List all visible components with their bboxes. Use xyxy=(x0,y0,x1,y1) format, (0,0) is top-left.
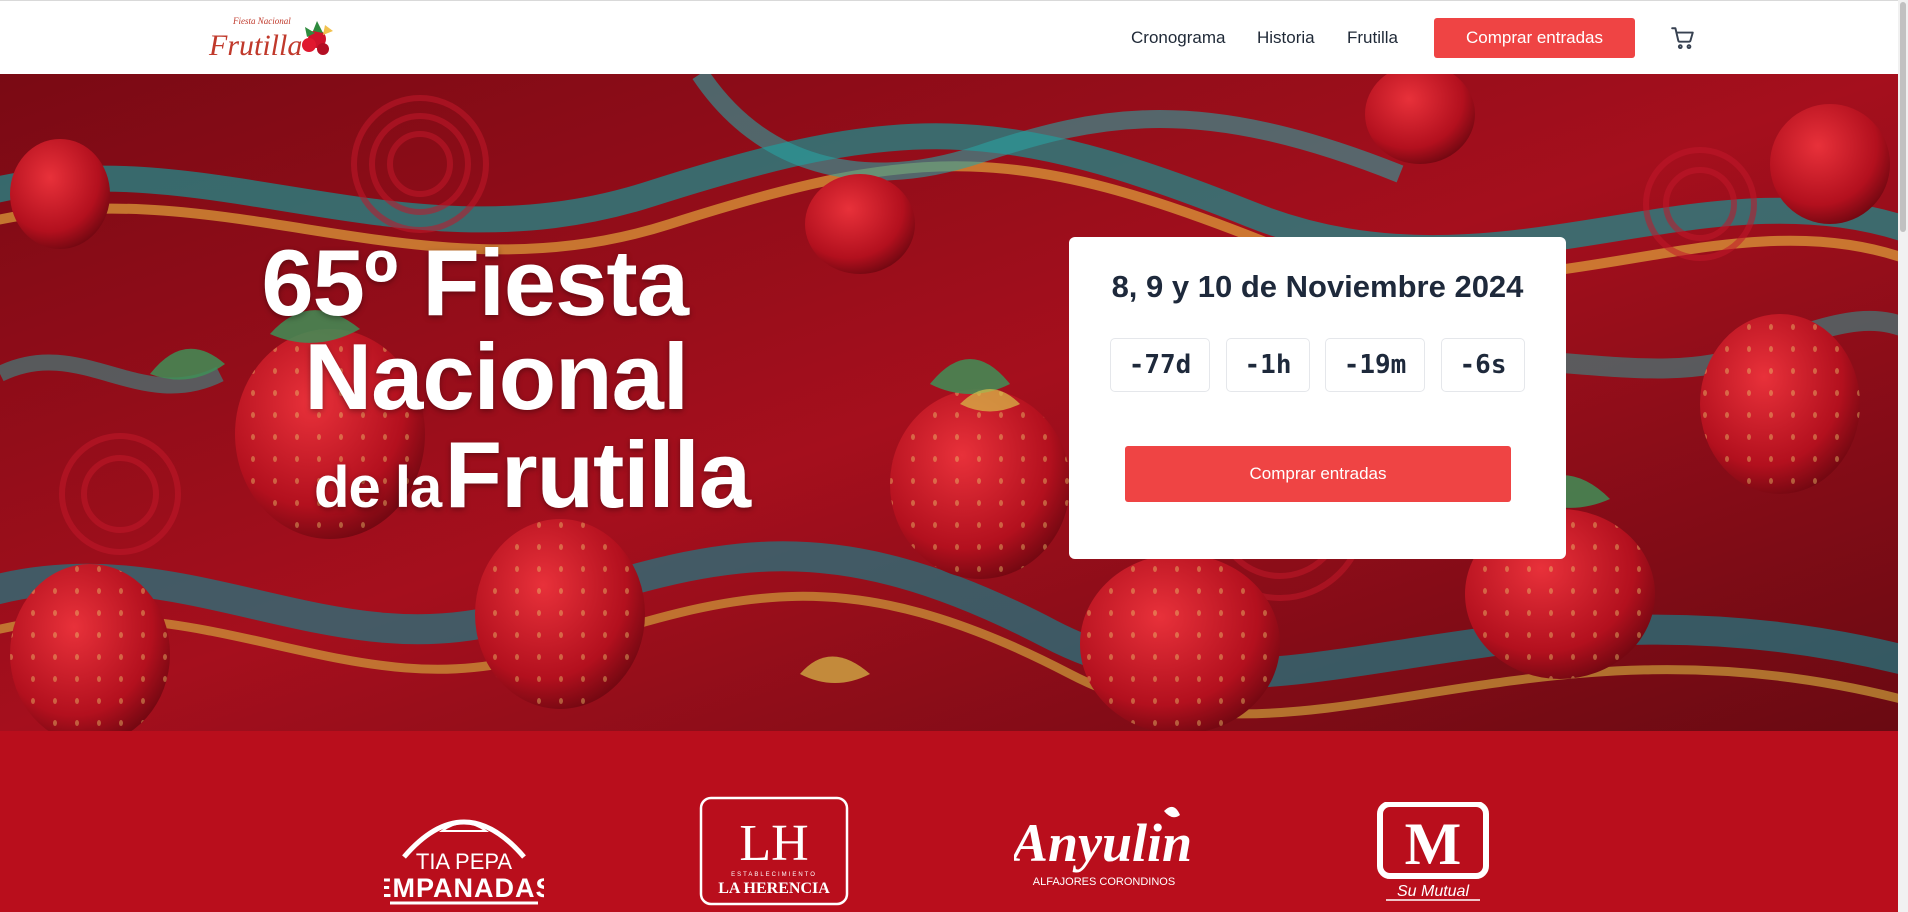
hero-title-frutilla: Frutilla xyxy=(444,422,751,527)
svg-text:ESTABLECIMIENTO: ESTABLECIMIENTO xyxy=(731,872,817,878)
hero-title-line1: 65º Fiesta xyxy=(261,230,689,335)
svg-text:LH: LH xyxy=(739,815,808,872)
sponsor-anyulin-logo[interactable]: Anyulin ALFAJORES CORONDINOS xyxy=(1014,801,1194,901)
site-logo[interactable]: Fiesta Nacional Frutilla xyxy=(205,11,350,65)
hero-title-prefix: de la xyxy=(314,455,442,520)
strawberry-logo-icon: Fiesta Nacional Frutilla xyxy=(208,16,333,62)
countdown-hours: -1h xyxy=(1226,338,1310,392)
hero-title-line2: Nacional xyxy=(304,324,689,429)
event-card: 8, 9 y 10 de Noviembre 2024 -77d -1h -19… xyxy=(1069,237,1566,559)
sponsors-band: TIA PEPA EMPANADAS LH ESTABLECIMIENTO LA… xyxy=(0,731,1898,912)
card-buy-tickets-button[interactable]: Comprar entradas xyxy=(1125,446,1511,502)
sponsor-tia-pepa-logo[interactable]: TIA PEPA EMPANADAS xyxy=(384,797,544,909)
nav-cronograma[interactable]: Cronograma xyxy=(1131,28,1226,48)
svg-text:TIA PEPA: TIA PEPA xyxy=(416,849,513,874)
svg-text:Frutilla: Frutilla xyxy=(208,29,302,62)
nav-historia[interactable]: Historia xyxy=(1257,28,1315,48)
countdown-minutes: -19m xyxy=(1325,338,1425,392)
scrollbar-thumb[interactable] xyxy=(1900,2,1906,232)
hero-title-line3: de la Frutilla xyxy=(150,420,751,558)
svg-text:Su Mutual: Su Mutual xyxy=(1397,883,1469,900)
countdown-days: -77d xyxy=(1110,338,1210,392)
svg-text:Anyulin: Anyulin xyxy=(1014,813,1192,873)
shopping-cart-icon[interactable] xyxy=(1670,25,1696,51)
nav-frutilla[interactable]: Frutilla xyxy=(1347,28,1398,48)
svg-text:ALFAJORES CORONDINOS: ALFAJORES CORONDINOS xyxy=(1033,876,1175,888)
page-scrollbar[interactable] xyxy=(1898,0,1908,912)
hero-section: 65º Fiesta Nacional de la Frutilla 8, 9 … xyxy=(0,74,1898,731)
site-header: Fiesta Nacional Frutilla Cronograma Hist… xyxy=(0,0,1908,74)
hero-title: 65º Fiesta Nacional de la Frutilla xyxy=(150,230,751,558)
countdown-seconds: -6s xyxy=(1441,338,1525,392)
sponsor-su-mutual-logo[interactable]: M Su Mutual xyxy=(1376,802,1490,902)
svg-text:LA HERENCIA: LA HERENCIA xyxy=(718,880,830,897)
svg-text:M: M xyxy=(1405,811,1462,877)
svg-text:EMPANADAS: EMPANADAS xyxy=(384,873,544,903)
sponsor-la-herencia-logo[interactable]: LH ESTABLECIMIENTO LA HERENCIA xyxy=(699,796,849,906)
event-date: 8, 9 y 10 de Noviembre 2024 xyxy=(1111,269,1524,304)
buy-tickets-button[interactable]: Comprar entradas xyxy=(1434,18,1635,58)
svg-text:Fiesta Nacional: Fiesta Nacional xyxy=(232,16,291,26)
